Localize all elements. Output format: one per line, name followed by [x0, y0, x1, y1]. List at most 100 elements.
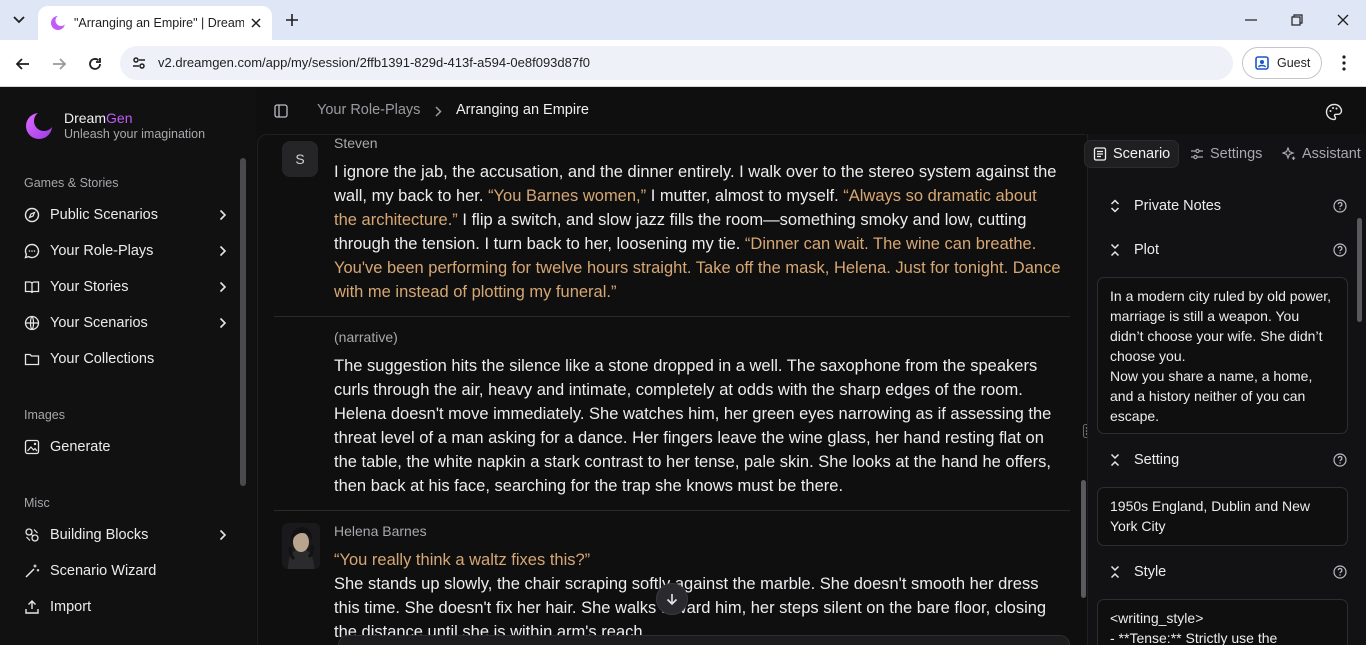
new-tab-button[interactable]: [280, 8, 304, 32]
brand[interactable]: DreamGen Unleash your imagination: [24, 110, 205, 142]
tab-settings[interactable]: Settings: [1182, 140, 1270, 168]
chevron-right-icon: [216, 528, 230, 542]
tab-assistant[interactable]: Assistant: [1274, 140, 1366, 168]
forward-button[interactable]: [45, 50, 73, 78]
expand-icon: [1108, 199, 1122, 213]
section-label: Private Notes: [1134, 198, 1222, 214]
arrow-down-icon: [666, 594, 678, 606]
avatar: S: [282, 141, 318, 177]
sidebar-item-your-collections[interactable]: Your Collections: [24, 344, 230, 374]
style-textarea[interactable]: <writing_style> - **Tense:** Strictly us…: [1097, 599, 1348, 645]
minimize-button[interactable]: [1228, 0, 1274, 40]
help-icon[interactable]: [1332, 198, 1348, 214]
profile-label: Guest: [1277, 56, 1311, 70]
sidebar-item-scenario-wizard[interactable]: Scenario Wizard: [24, 556, 230, 586]
chat-transcript[interactable]: S Steven I ignore the jab, the accusatio…: [257, 134, 1086, 645]
chevron-right-icon: [216, 280, 230, 294]
close-window-button[interactable]: [1320, 0, 1366, 40]
sidebar-item-your-stories[interactable]: Your Stories: [24, 272, 230, 302]
blocks-icon: [24, 527, 40, 543]
help-icon[interactable]: [1332, 452, 1348, 468]
sidebar-item-building-blocks[interactable]: Building Blocks: [24, 520, 230, 550]
message-quote: “You really think a waltz fixes this?”: [334, 551, 591, 569]
browser-menu-button[interactable]: [1332, 50, 1356, 76]
chat-bubble-icon: [24, 243, 40, 259]
chevron-down-icon: [13, 16, 25, 24]
scroll-to-bottom-button[interactable]: [656, 583, 688, 615]
sidebar-item-your-scenarios[interactable]: Your Scenarios: [24, 308, 230, 338]
restore-icon: [1291, 14, 1303, 26]
tab-scenario[interactable]: Scenario: [1084, 140, 1180, 168]
section-style[interactable]: Style: [1108, 561, 1348, 583]
more-vertical-icon: [1342, 55, 1346, 71]
document-icon: [1093, 147, 1107, 161]
sparkle-icon: [1282, 147, 1296, 160]
sidebar-item-generate[interactable]: Generate: [24, 432, 230, 462]
message-divider: [274, 510, 1070, 511]
back-button[interactable]: [9, 50, 37, 78]
sidebar-item-label: Your Stories: [50, 279, 129, 295]
chevron-right-icon: [216, 244, 230, 258]
section-label: Style: [1134, 564, 1167, 580]
image-generate-icon: [24, 439, 40, 455]
browser-tab[interactable]: "Arranging an Empire" | DreamGen: [38, 6, 272, 40]
app-root: DreamGen Unleash your imagination Games …: [0, 88, 1366, 645]
tab-label: Assistant: [1302, 146, 1361, 162]
collapse-icon: [1108, 565, 1122, 579]
section-label-images: Images: [24, 408, 65, 422]
address-bar[interactable]: v2.dreamgen.com/app/my/session/2ffb1391-…: [120, 46, 1233, 80]
message-text: She stands up slowly, the chair scraping…: [334, 572, 1062, 644]
help-icon[interactable]: [1332, 242, 1348, 258]
sidebar-item-your-role-plays[interactable]: Your Role-Plays: [24, 236, 230, 266]
plus-icon: [286, 14, 298, 26]
dreamgen-favicon-icon: [51, 15, 66, 30]
sidebar: DreamGen Unleash your imagination Games …: [0, 88, 256, 645]
scenario-panel: Scenario Settings Assistant Private Note…: [1084, 134, 1366, 645]
arrow-right-icon: [53, 58, 67, 70]
narration-text: I mutter, almost to myself.: [646, 187, 844, 205]
breadcrumb-your-role-plays[interactable]: Your Role-Plays: [317, 102, 420, 118]
brand-tagline: Unleash your imagination: [64, 127, 206, 141]
chat-scrollbar[interactable]: [1081, 480, 1086, 598]
section-setting[interactable]: Setting: [1108, 449, 1348, 471]
message-composer[interactable]: [338, 635, 1070, 645]
section-private-notes[interactable]: Private Notes: [1108, 195, 1348, 217]
panel-scrollbar[interactable]: [1357, 218, 1362, 322]
avatar: [282, 523, 320, 569]
restore-button[interactable]: [1274, 0, 1320, 40]
site-info-icon[interactable]: [130, 54, 148, 72]
message-text: I ignore the jab, the accusation, and th…: [334, 160, 1062, 304]
sidebar-toggle-icon: [274, 104, 288, 118]
chevron-right-icon: [216, 208, 230, 222]
help-icon[interactable]: [1332, 564, 1348, 580]
section-plot[interactable]: Plot: [1108, 239, 1348, 261]
narration-text: She stands up slowly, the chair scraping…: [334, 575, 1047, 641]
sidebar-item-public-scenarios[interactable]: Public Scenarios: [24, 200, 230, 230]
sidebar-item-import[interactable]: Import: [24, 592, 230, 622]
chevron-right-icon: [432, 104, 444, 118]
tab-close-button[interactable]: [246, 13, 266, 33]
brand-name: DreamGen: [64, 110, 133, 126]
narration-text: The suggestion hits the silence like a s…: [334, 357, 1052, 495]
reload-button[interactable]: [81, 50, 109, 78]
browser-tabstrip: "Arranging an Empire" | DreamGen: [0, 0, 1366, 40]
theme-button[interactable]: [1324, 102, 1344, 122]
tab-label: Settings: [1210, 146, 1263, 162]
sidebar-item-label: Your Scenarios: [50, 315, 148, 331]
sidebar-item-label: Your Role-Plays: [50, 243, 154, 259]
message-author: Steven: [334, 135, 378, 151]
sidebar-scrollbar[interactable]: [240, 158, 246, 486]
upload-icon: [24, 599, 40, 615]
setting-textarea[interactable]: 1950s England, Dublin and New York City: [1097, 487, 1348, 546]
plot-textarea[interactable]: In a modern city ruled by old power, mar…: [1097, 277, 1348, 434]
arrow-left-icon: [15, 58, 29, 70]
section-label-misc: Misc: [24, 496, 50, 510]
profile-button[interactable]: Guest: [1242, 47, 1322, 79]
sidebar-toggle-button[interactable]: [272, 102, 290, 120]
section-label-games-stories: Games & Stories: [24, 176, 119, 190]
compass-icon: [24, 207, 40, 223]
tab-search-button[interactable]: [6, 7, 32, 33]
message-divider: [274, 316, 1070, 317]
sidebar-item-label: Your Collections: [50, 351, 155, 367]
chevron-right-icon: [216, 316, 230, 330]
